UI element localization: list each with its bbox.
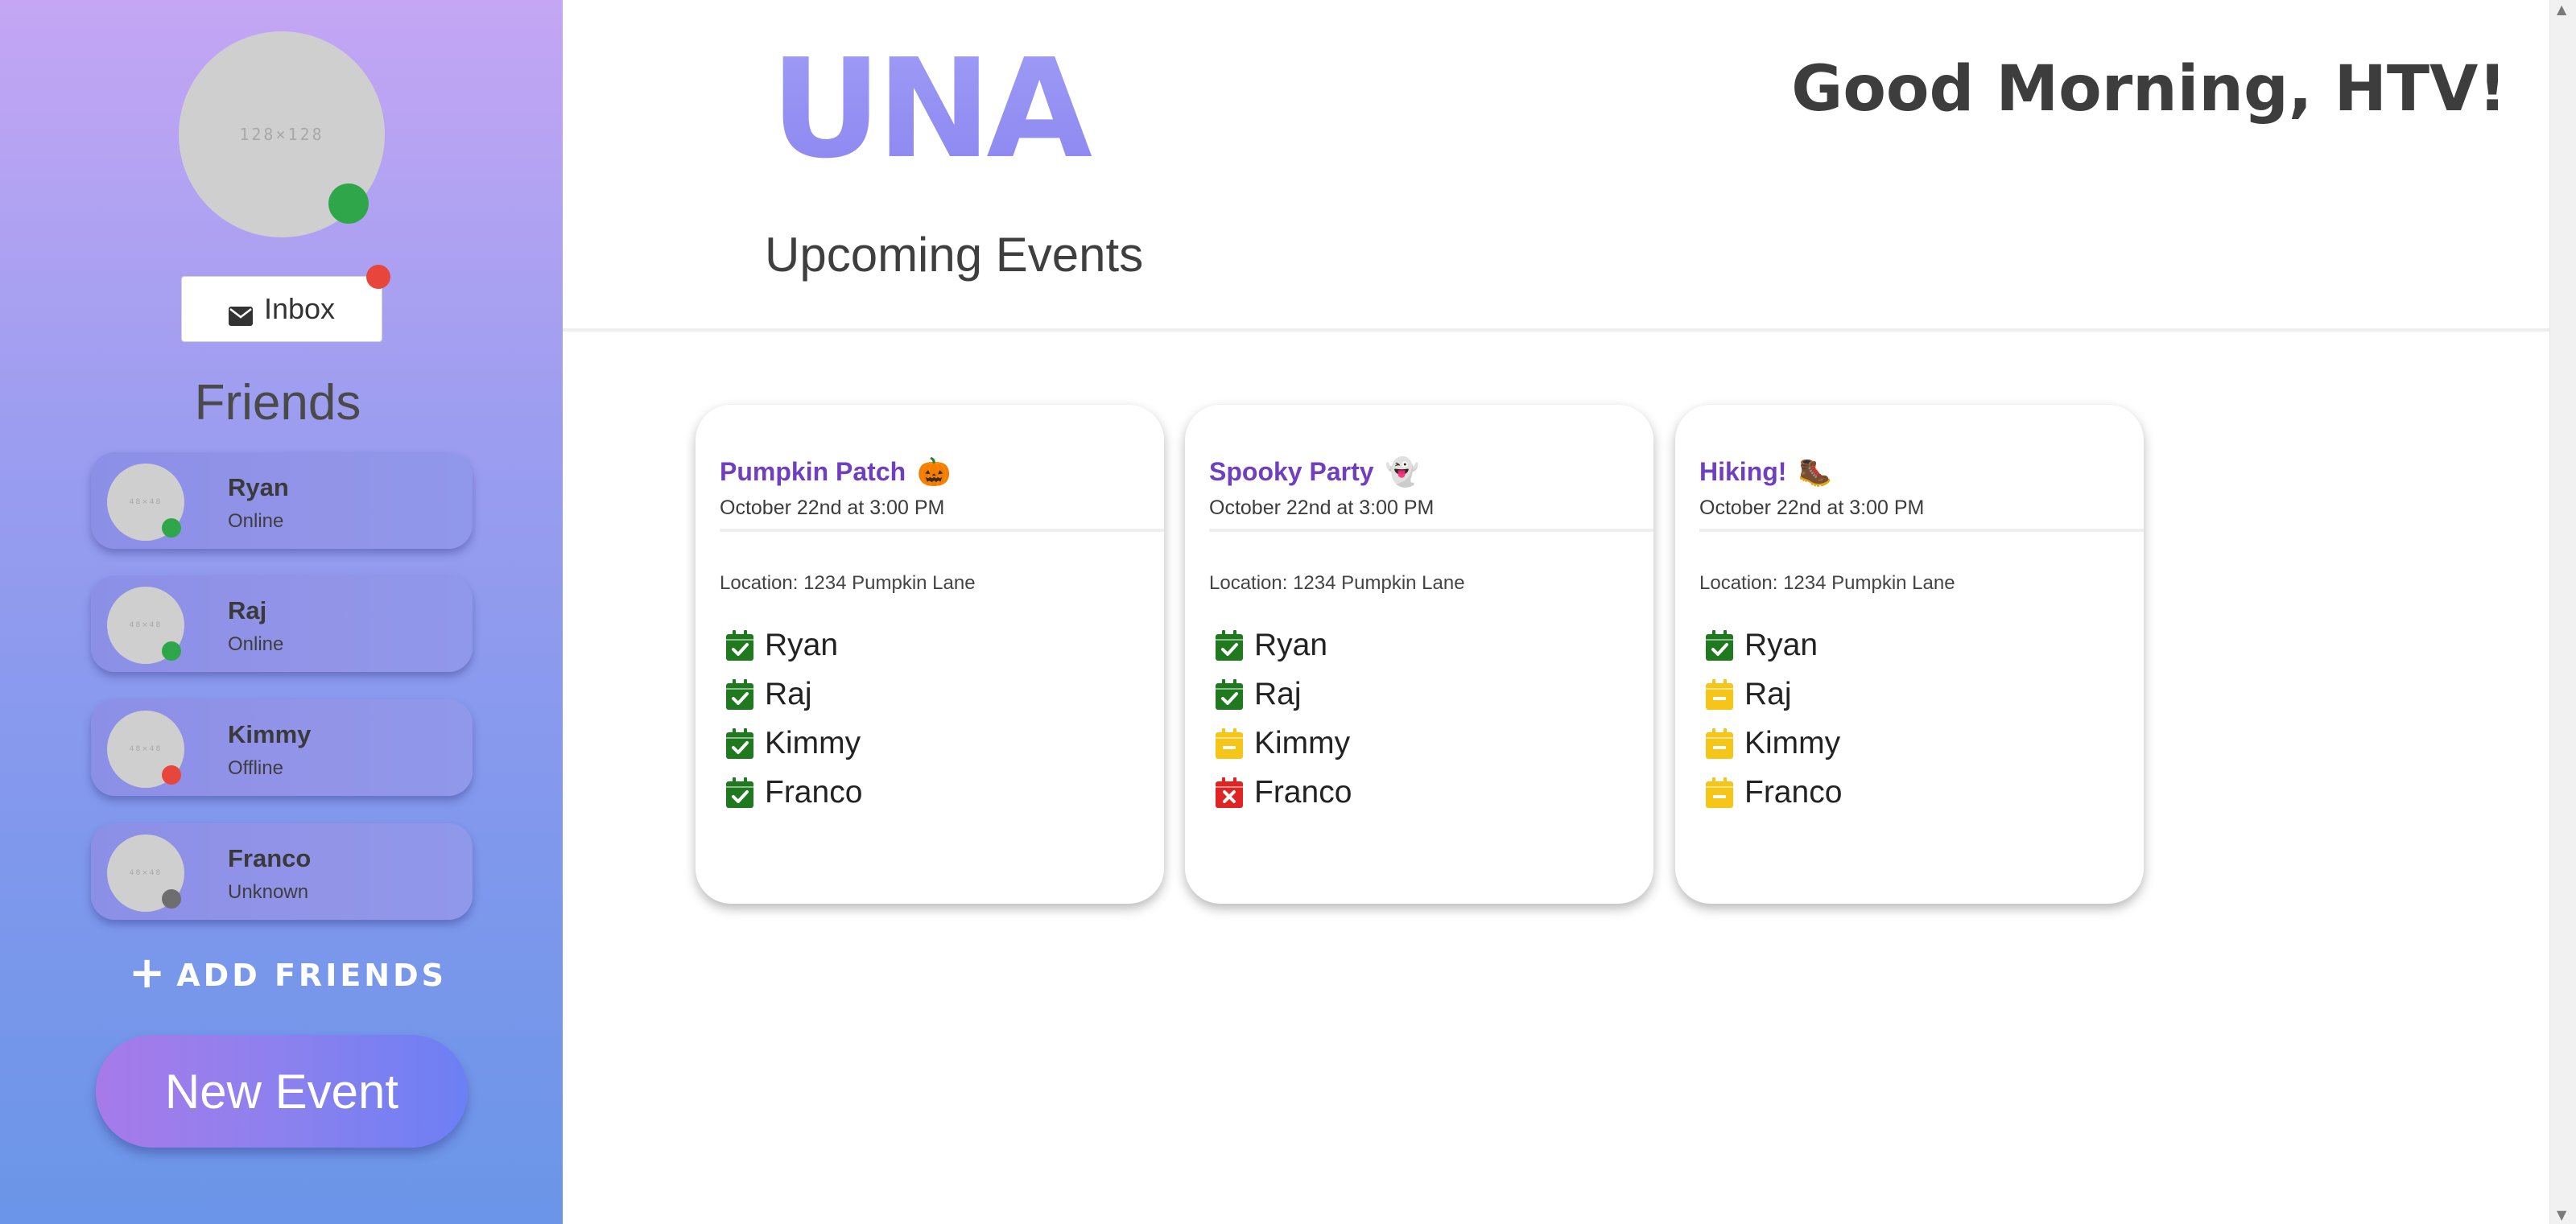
greeting-heading: Good Morning, HTV! xyxy=(1791,53,2507,126)
event-title[interactable]: Spooky Party 👻 xyxy=(1209,457,1419,487)
plus-icon: + xyxy=(129,947,169,998)
attendee-row: Raj xyxy=(726,677,812,712)
pumpkin-icon: 🎃 xyxy=(917,456,952,488)
calendar-accepted-icon xyxy=(726,630,753,661)
add-friends-label: ADD FRIENDS xyxy=(176,958,448,993)
event-location: Location: 1234 Pumpkin Lane xyxy=(1209,572,1465,594)
attendee-name: Raj xyxy=(1744,677,1792,711)
calendar-declined-icon xyxy=(1216,777,1243,808)
calendar-accepted-icon xyxy=(726,728,753,759)
attendee-row: Kimmy xyxy=(726,726,861,761)
calendar-accepted-icon xyxy=(726,777,753,808)
notification-badge xyxy=(366,265,390,289)
friend-card-raj[interactable]: 48×48 Raj Online xyxy=(91,575,473,672)
friend-status: Online xyxy=(228,510,284,532)
header-divider xyxy=(563,328,2549,332)
attendee-row: Ryan xyxy=(1706,628,1818,663)
inbox-button[interactable]: Inbox xyxy=(181,276,382,342)
friend-card-franco[interactable]: 48×48 Franco Unknown xyxy=(91,823,473,920)
ghost-icon: 👻 xyxy=(1385,456,1419,488)
event-card-spooky-party[interactable]: Spooky Party 👻 October 22nd at 3:00 PM L… xyxy=(1185,405,1653,904)
attendee-name: Ryan xyxy=(1254,628,1328,662)
event-card-pumpkin-patch[interactable]: Pumpkin Patch 🎃 October 22nd at 3:00 PM … xyxy=(696,405,1164,904)
attendee-name: Raj xyxy=(765,677,812,711)
friend-status: Online xyxy=(228,633,284,655)
status-dot xyxy=(162,889,181,909)
status-dot xyxy=(162,641,181,661)
envelope-icon xyxy=(228,299,253,326)
friend-name: Ryan xyxy=(228,473,289,501)
calendar-pending-icon xyxy=(1706,728,1733,759)
add-friends-button[interactable]: + ADD FRIENDS xyxy=(129,951,448,995)
attendee-row: Franco xyxy=(726,775,862,810)
attendee-row: Raj xyxy=(1216,677,1302,712)
friend-status: Offline xyxy=(228,757,283,779)
attendee-name: Kimmy xyxy=(765,726,861,760)
calendar-pending-icon xyxy=(1216,728,1243,759)
attendee-row: Kimmy xyxy=(1706,726,1840,761)
friend-name: Kimmy xyxy=(228,720,312,748)
new-event-button[interactable]: New Event xyxy=(96,1035,468,1148)
scroll-up-icon[interactable]: ▲ xyxy=(2557,2,2566,17)
attendee-name: Franco xyxy=(1744,775,1843,810)
friend-card-ryan[interactable]: 48×48 Ryan Online xyxy=(91,452,473,549)
svg-text:UNA: UNA xyxy=(770,50,1092,166)
event-card-hiking[interactable]: Hiking! 🥾 October 22nd at 3:00 PM Locati… xyxy=(1675,405,2144,904)
attendee-row: Franco xyxy=(1216,775,1352,810)
event-title[interactable]: Hiking! 🥾 xyxy=(1699,457,1832,487)
calendar-accepted-icon xyxy=(1216,679,1243,710)
calendar-pending-icon xyxy=(1706,777,1733,808)
event-title-text: Hiking! xyxy=(1699,457,1787,486)
event-date: October 22nd at 3:00 PM xyxy=(720,497,945,519)
attendee-row: Franco xyxy=(1706,775,1842,810)
hiking-boot-icon: 🥾 xyxy=(1798,456,1832,488)
status-dot xyxy=(162,765,181,785)
attendee-row: Ryan xyxy=(726,628,838,663)
inbox-label: Inbox xyxy=(263,292,336,325)
section-title: Upcoming Events xyxy=(765,228,1144,282)
attendee-name: Ryan xyxy=(1744,628,1818,662)
profile-avatar[interactable]: 128×128 xyxy=(179,31,385,237)
attendee-name: Ryan xyxy=(765,628,839,662)
event-location: Location: 1234 Pumpkin Lane xyxy=(720,572,976,594)
attendee-name: Kimmy xyxy=(1744,726,1841,760)
scrollbar[interactable]: ▲ ▼ xyxy=(2549,0,2576,1224)
sidebar: 128×128 Inbox Friends 48×48 Ryan Online … xyxy=(0,0,563,1224)
event-title-text: Pumpkin Patch xyxy=(720,457,906,486)
friends-heading: Friends xyxy=(194,375,361,431)
friend-status: Unknown xyxy=(228,881,309,903)
divider xyxy=(1209,529,1653,532)
attendee-name: Franco xyxy=(765,775,863,810)
attendee-name: Franco xyxy=(1254,775,1352,810)
attendee-name: Raj xyxy=(1254,677,1302,711)
attendee-name: Kimmy xyxy=(1254,726,1351,760)
calendar-accepted-icon xyxy=(1706,630,1733,661)
friend-card-kimmy[interactable]: 48×48 Kimmy Offline xyxy=(91,699,473,796)
attendee-row: Raj xyxy=(1706,677,1792,712)
friend-name: Raj xyxy=(228,596,267,624)
una-logo: UNA xyxy=(763,30,1096,189)
event-date: October 22nd at 3:00 PM xyxy=(1209,497,1435,519)
attendee-row: Kimmy xyxy=(1216,726,1350,761)
online-status-indicator xyxy=(328,183,369,224)
calendar-accepted-icon xyxy=(726,679,753,710)
event-title[interactable]: Pumpkin Patch 🎃 xyxy=(720,457,952,487)
divider xyxy=(1699,529,2144,532)
friend-name: Franco xyxy=(228,844,312,872)
divider xyxy=(720,529,1164,532)
event-date: October 22nd at 3:00 PM xyxy=(1699,497,1925,519)
attendee-row: Ryan xyxy=(1216,628,1327,663)
scroll-down-icon[interactable]: ▼ xyxy=(2557,1207,2566,1222)
calendar-accepted-icon xyxy=(1216,630,1243,661)
calendar-pending-icon xyxy=(1706,679,1733,710)
event-title-text: Spooky Party xyxy=(1209,457,1374,486)
status-dot xyxy=(162,518,181,538)
event-location: Location: 1234 Pumpkin Lane xyxy=(1699,572,1955,594)
